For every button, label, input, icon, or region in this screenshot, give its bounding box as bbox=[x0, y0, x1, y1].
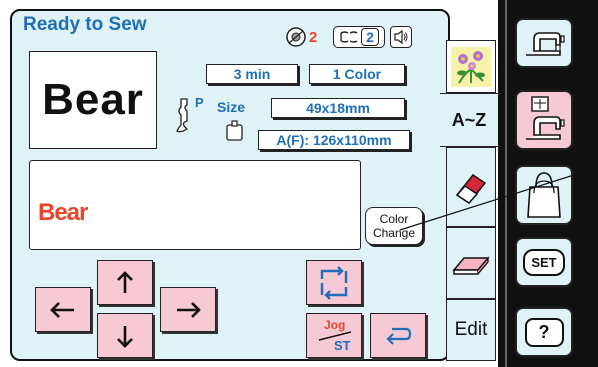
sewing-machine-icon bbox=[526, 32, 565, 56]
set-button-label: SET bbox=[523, 248, 565, 276]
color-count: 1 Color bbox=[309, 64, 405, 84]
callout-line bbox=[399, 167, 597, 231]
arrow-up-icon bbox=[117, 270, 133, 293]
preview-text: Bear bbox=[42, 75, 144, 124]
pattern-size: 49x18mm bbox=[271, 98, 405, 118]
sewing-mode-button[interactable] bbox=[515, 18, 573, 68]
arrow-right-icon bbox=[177, 301, 201, 318]
sewing-time: 3 min bbox=[206, 64, 298, 84]
st-label: ST bbox=[334, 338, 351, 353]
rotate-button[interactable] bbox=[306, 260, 362, 305]
thread-count: 2 bbox=[309, 28, 318, 46]
flower-icon bbox=[451, 46, 491, 87]
tab-pattern-selection[interactable] bbox=[446, 40, 496, 93]
set-button[interactable]: SET bbox=[515, 237, 573, 287]
presser-foot-letter: P bbox=[195, 95, 204, 110]
rotate-icon bbox=[320, 265, 348, 300]
tab-edit-label: Edit bbox=[454, 319, 488, 340]
speaker-indicator bbox=[390, 26, 412, 48]
return-icon bbox=[386, 327, 412, 345]
hoop-icon bbox=[226, 120, 243, 141]
spool-icon bbox=[340, 31, 358, 43]
embroidery-machine-icon bbox=[526, 96, 565, 140]
move-left-button[interactable] bbox=[35, 287, 91, 332]
tab-alphabet[interactable]: A~Z bbox=[440, 93, 498, 147]
move-up-button[interactable] bbox=[97, 260, 153, 305]
arrow-down-icon bbox=[117, 325, 133, 348]
embroidery-mode-button[interactable] bbox=[515, 90, 573, 150]
text-display: Bear bbox=[29, 160, 361, 250]
tab-edit[interactable]: Edit bbox=[446, 299, 496, 361]
return-button[interactable] bbox=[370, 313, 426, 358]
tab-alphabet-label: A~Z bbox=[451, 109, 487, 130]
presser-foot-icon bbox=[176, 98, 189, 133]
frame-size: A(F): 126x110mm bbox=[258, 130, 410, 150]
help-button-label: ? bbox=[524, 317, 564, 347]
jog-st-button[interactable]: Jog ST bbox=[306, 313, 362, 358]
arrow-left-icon bbox=[50, 301, 74, 318]
thread-count-icon bbox=[286, 27, 306, 47]
size-label: Size bbox=[217, 99, 246, 115]
move-right-button[interactable] bbox=[160, 287, 216, 332]
speaker-icon bbox=[394, 29, 408, 45]
text-display-value: Bear bbox=[38, 199, 88, 226]
spool-indicator: 2 bbox=[333, 26, 385, 48]
screen-title: Ready to Sew bbox=[23, 14, 147, 35]
thread-indicator: 2 bbox=[285, 26, 330, 48]
help-button[interactable]: ? bbox=[515, 307, 573, 357]
move-down-button[interactable] bbox=[97, 313, 153, 358]
presser-foot-indicator: P bbox=[175, 95, 215, 139]
spool-count: 2 bbox=[361, 28, 379, 46]
pattern-preview: Bear bbox=[29, 51, 157, 149]
eraser-flat-icon bbox=[452, 256, 490, 275]
